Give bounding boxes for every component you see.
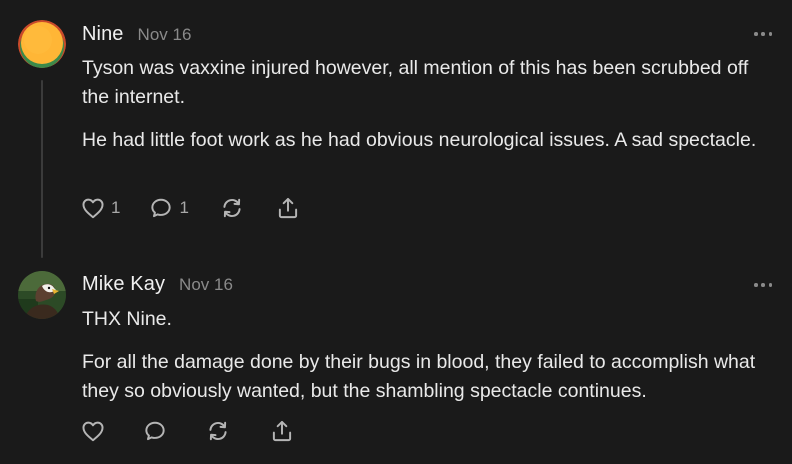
restack-icon bbox=[209, 421, 227, 441]
avatar[interactable] bbox=[18, 271, 66, 319]
thread-line bbox=[41, 80, 43, 258]
comment-body: THX Nine. For all the damage done by the… bbox=[82, 305, 772, 420]
restack-button[interactable] bbox=[219, 195, 245, 221]
author-name[interactable]: Mike Kay bbox=[82, 273, 165, 296]
avatar[interactable] bbox=[18, 20, 66, 68]
comment-paragraph: THX Nine. bbox=[82, 308, 172, 330]
reply-count: 1 bbox=[179, 198, 189, 217]
reply-button[interactable]: 1 bbox=[148, 195, 189, 221]
more-options-button[interactable] bbox=[754, 282, 772, 288]
comment: Mike Kay Nov 16 THX Nine. For all the da… bbox=[0, 250, 792, 464]
restack-icon bbox=[223, 198, 241, 218]
orange-circle-avatar bbox=[18, 20, 66, 68]
share-icon bbox=[272, 420, 292, 442]
comment-paragraph: He had little foot work as he had obviou… bbox=[82, 129, 757, 151]
comment-actions: 1 1 bbox=[80, 195, 301, 221]
share-icon bbox=[278, 197, 298, 219]
reply-button[interactable] bbox=[142, 418, 168, 444]
eagle-photo-avatar bbox=[18, 271, 66, 319]
heart-icon bbox=[82, 421, 104, 442]
speech-bubble-icon bbox=[145, 421, 165, 441]
comment-date[interactable]: Nov 16 bbox=[179, 275, 233, 295]
comment-actions bbox=[80, 418, 295, 444]
comment: Nine Nov 16 Tyson was vaxxine injured ho… bbox=[0, 0, 792, 258]
comment-header: Nine Nov 16 bbox=[82, 23, 191, 46]
like-button[interactable] bbox=[80, 418, 106, 444]
more-options-button[interactable] bbox=[754, 31, 772, 37]
author-name[interactable]: Nine bbox=[82, 23, 124, 46]
comment-paragraph: Tyson was vaxxine injured however, all m… bbox=[82, 57, 749, 108]
restack-button[interactable] bbox=[205, 418, 231, 444]
ellipsis-icon bbox=[754, 32, 758, 36]
ellipsis-icon bbox=[754, 283, 758, 287]
heart-icon bbox=[82, 198, 104, 219]
share-button[interactable] bbox=[269, 418, 295, 444]
like-button[interactable]: 1 bbox=[80, 195, 120, 221]
speech-bubble-icon bbox=[151, 198, 172, 218]
like-count: 1 bbox=[111, 198, 121, 217]
comment-date[interactable]: Nov 16 bbox=[138, 25, 192, 45]
comment-header: Mike Kay Nov 16 bbox=[82, 273, 233, 296]
comment-body: Tyson was vaxxine injured however, all m… bbox=[82, 54, 772, 169]
comment-paragraph: For all the damage done by their bugs in… bbox=[82, 351, 756, 402]
share-button[interactable] bbox=[275, 195, 301, 221]
